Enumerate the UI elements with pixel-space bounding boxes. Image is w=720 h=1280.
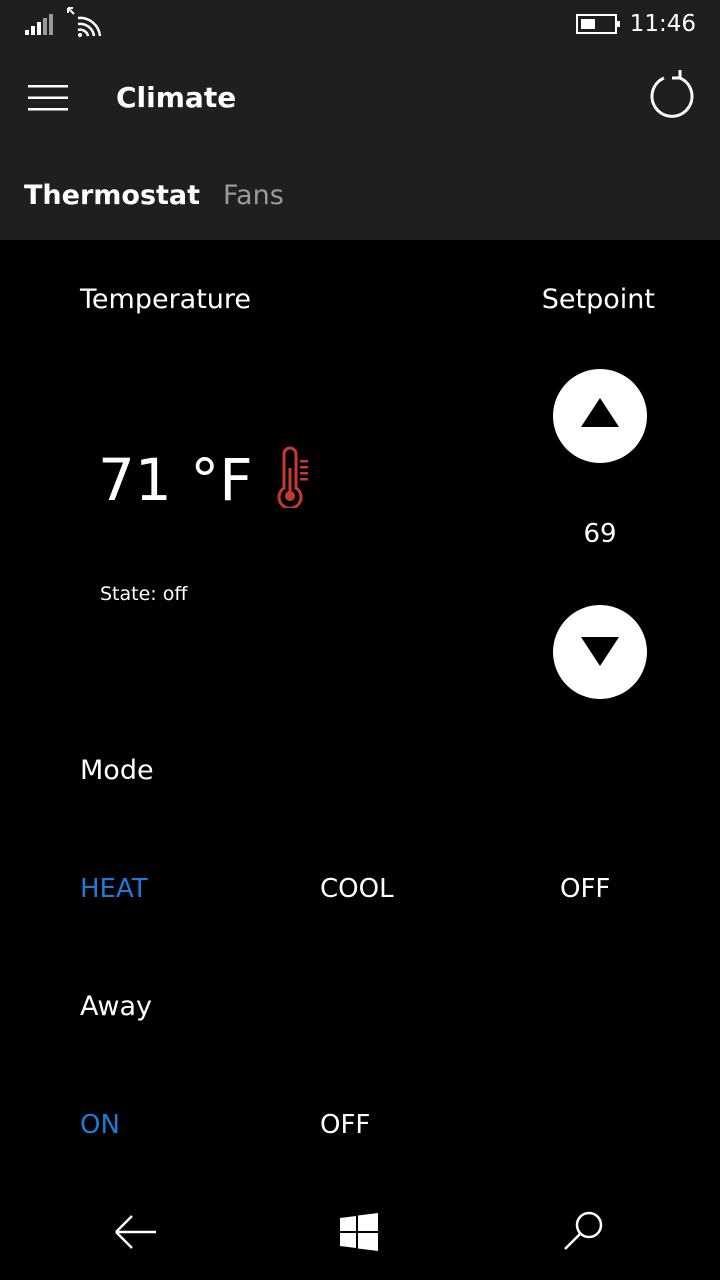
top-chrome: 11:46 Climate Thermostat Fans: [0, 0, 720, 240]
away-on-button[interactable]: ON: [80, 1107, 120, 1143]
back-button[interactable]: [110, 1206, 162, 1258]
tab-fans[interactable]: Fans: [223, 170, 284, 222]
back-arrow-icon: [115, 1215, 156, 1249]
windows-start-icon: [340, 1213, 378, 1251]
triangle-up-icon: [581, 398, 619, 427]
refresh-icon: [650, 70, 694, 118]
mode-heat-button[interactable]: HEAT: [80, 871, 148, 907]
hamburger-icon: [28, 85, 68, 111]
tab-thermostat[interactable]: Thermostat: [24, 170, 200, 222]
setpoint-label: Setpoint: [541, 284, 655, 315]
battery-icon: [576, 14, 620, 34]
app-bar: Climate: [0, 48, 720, 148]
state-text: State: off: [100, 583, 188, 605]
climate-app: 11:46 Climate Thermostat Fans Temperatur…: [0, 0, 720, 1280]
mode-off-button[interactable]: OFF: [560, 871, 610, 907]
setpoint-up-button[interactable]: [553, 369, 647, 463]
search-icon: [564, 1211, 603, 1250]
triangle-down-icon: [581, 637, 619, 666]
mode-label: Mode: [80, 755, 154, 786]
setpoint-down-button[interactable]: [553, 605, 647, 699]
mode-cool-button[interactable]: COOL: [320, 871, 394, 907]
away-label: Away: [80, 991, 152, 1022]
navigation-bar: [0, 1184, 720, 1280]
search-button[interactable]: [558, 1206, 610, 1258]
menu-button[interactable]: [20, 74, 76, 122]
status-bar: 11:46: [0, 0, 720, 48]
thermometer-icon: [277, 446, 308, 508]
pivot-tabs: Thermostat Fans: [0, 170, 720, 222]
start-button[interactable]: [333, 1206, 385, 1258]
signal-icon: [25, 14, 53, 35]
temperature-value: 71 °F: [98, 446, 253, 514]
status-time: 11:46: [629, 11, 696, 37]
wifi-icon: [67, 7, 102, 37]
setpoint-value: 69: [583, 519, 617, 549]
temperature-label: Temperature: [80, 284, 252, 315]
page-title: Climate: [116, 81, 237, 114]
refresh-button[interactable]: [642, 66, 702, 126]
away-off-button[interactable]: OFF: [320, 1107, 370, 1143]
